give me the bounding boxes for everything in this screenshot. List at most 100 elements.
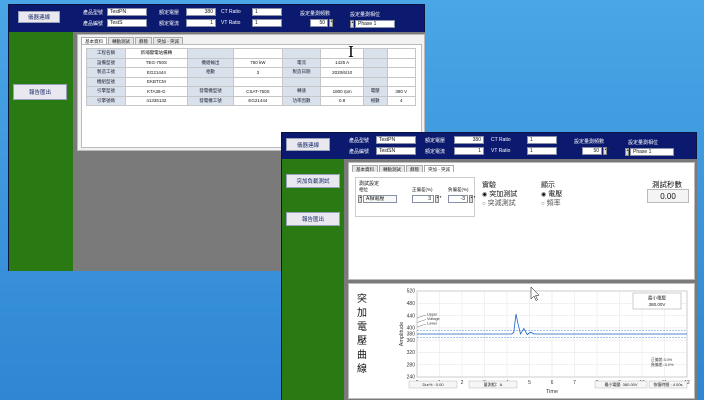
table-value-cell[interactable]: EG21444 [233, 95, 283, 106]
table-value-cell[interactable] [386, 76, 417, 87]
table-value-cell[interactable] [386, 67, 417, 78]
table-value-cell[interactable] [386, 57, 417, 68]
status-min-voltage: 最小電壓: 380.00V [604, 381, 637, 387]
vt-ratio-field[interactable]: 1 [252, 19, 282, 27]
model-field[interactable]: TestPN [376, 136, 416, 144]
table-value-cell[interactable]: 4 [386, 95, 417, 106]
table-value-cell[interactable]: KTA38-G [124, 86, 188, 97]
rated-current-field[interactable]: 1 [186, 19, 216, 27]
window-header: 儀器連線 產品型號 TestPN 產品編號 TestSN 額定電壓 380 額定… [282, 133, 696, 159]
tab-rotation-test[interactable]: 轉動測試 [108, 37, 134, 44]
table-value-cell[interactable] [320, 48, 364, 59]
vt-ratio-label: VT Ratio [491, 148, 511, 154]
freq-spinner[interactable]: ▲▼ [329, 19, 336, 27]
serial-field[interactable]: TestS [107, 19, 147, 27]
experiment-option-label: 突加測試 [489, 191, 518, 198]
model-field[interactable]: TestPN [107, 8, 147, 16]
table-value-cell[interactable] [233, 76, 283, 87]
table-key-cell: 引擎型號 [86, 86, 126, 97]
phase-spinner[interactable]: ▲▼ [625, 148, 632, 156]
connect-button[interactable]: 儀器連線 [18, 11, 60, 23]
table-value-cell[interactable] [386, 48, 417, 59]
table-value-cell[interactable] [320, 76, 364, 87]
table-value-cell[interactable]: CSAT-750S [233, 86, 283, 97]
freq-setting-label: 設定量測頻數 [574, 139, 605, 145]
basic-data-table: 工程名稱 新埔變電站備轉 設備型號 TEG-750S 機組輸出 750 kW 電流 1425 … [86, 48, 417, 106]
export-report-button[interactable]: 報告匯出 [13, 84, 67, 100]
status-recovery-time: 恢復時間 : 4.00s [653, 381, 682, 387]
table-key-cell: 電壓 [362, 86, 388, 97]
table-value-cell[interactable]: 3 [233, 67, 283, 78]
table-value-cell[interactable]: EG21444 [124, 67, 188, 78]
rated-current-label: 額定電流 [159, 21, 180, 27]
phase-spinner[interactable]: ▲▼ [350, 20, 357, 28]
y-tick-label: 320 [407, 350, 416, 356]
export-report-button[interactable]: 報告匯出 [286, 212, 340, 226]
serial-label: 產品編號 [83, 21, 104, 27]
legend-entry: Lower [427, 322, 438, 326]
vt-ratio-field[interactable]: 1 [527, 147, 557, 155]
rated-voltage-field[interactable]: 380 [454, 136, 484, 144]
table-key-cell: 製造工號 [86, 67, 126, 78]
freq-setting-field[interactable]: 50 [310, 19, 328, 27]
sidebar: 突加負載測試 報告匯出 [282, 159, 344, 400]
tab-sudden-load[interactable]: 突加 - 突減 [424, 165, 454, 172]
table-value-cell[interactable]: 新埔變電站備轉 [124, 48, 188, 59]
sudden-load-test-button[interactable]: 突加負載測試 [286, 174, 340, 188]
content-area: 基本資料 轉動測試 靜態 突加 - 突減 測試設定 相位 正偏差(%) 負偏差(… [344, 159, 697, 400]
display-radio-frequency[interactable]: ○ 頻率 [541, 198, 561, 208]
phase-setting-field[interactable]: Phase 1 [355, 20, 395, 28]
test-setting-title: 測試設定 [359, 181, 380, 187]
experiment-radio-sudden-remove[interactable]: ○ 突減測試 [482, 198, 516, 208]
table-key-cell: 機組輸出 [186, 57, 235, 68]
table-value-cell[interactable]: 2020/6/10 [320, 67, 364, 78]
tab-static[interactable]: 靜態 [406, 165, 423, 172]
tab-basic-data[interactable]: 基本資料 [352, 165, 378, 172]
table-value-cell[interactable]: 1425 A [320, 57, 364, 68]
serial-field[interactable]: TestSN [376, 147, 416, 155]
negative-deviation-note: 負偏差:-3.0% [651, 362, 674, 367]
phase-setting-field[interactable]: Phase 1 [630, 148, 674, 156]
table-value-cell[interactable]: 1800 rpm [320, 86, 364, 97]
phase-select-spinner[interactable]: ▲▼ [358, 195, 365, 203]
x-tick-label: 6 [551, 380, 554, 386]
rated-voltage-label: 額定電壓 [425, 138, 446, 144]
table-value-cell[interactable] [233, 48, 283, 59]
table-value-cell[interactable]: 41335132 [124, 95, 188, 106]
upper-deviation-spinner[interactable]: ▲▼ [435, 195, 442, 203]
table-value-cell[interactable]: TEG-750S [124, 57, 188, 68]
phase-select-field[interactable]: A相電壓 [363, 195, 397, 203]
positive-deviation-note: 正偏差:3.0% [651, 357, 673, 362]
rated-current-label: 額定電流 [425, 149, 446, 155]
lower-deviation-spinner[interactable]: ▲▼ [469, 195, 476, 203]
serial-label: 產品編號 [349, 149, 370, 155]
test-setting-group: 測試設定 相位 正偏差(%) 負偏差(%) ▲▼ A相電壓 3 ▲▼ -3 ▲▼ [355, 177, 476, 217]
connect-button[interactable]: 儀器連線 [286, 138, 330, 151]
experiment-option-label: 突減測試 [487, 200, 516, 207]
y-tick-label: 520 [407, 289, 416, 295]
ct-ratio-field[interactable]: 1 [252, 8, 282, 16]
y-tick-label: 360 [407, 338, 416, 344]
y-tick-label: 380 [407, 332, 416, 338]
tab-rotation-test[interactable]: 轉動測試 [379, 165, 405, 172]
x-tick-label: 2 [461, 380, 464, 386]
table-value-cell[interactable]: EKBTCM [124, 76, 188, 87]
phase-column-label: 相位 [359, 187, 368, 192]
lower-deviation-field[interactable]: -3 [448, 195, 468, 203]
tab-basic-data[interactable]: 基本資料 [81, 37, 107, 44]
upper-deviation-field[interactable]: 3 [412, 195, 434, 203]
status-phase: 量測相：A [484, 381, 503, 387]
tab-sudden-load[interactable]: 突加 - 突減 [153, 37, 183, 44]
table-value-cell[interactable]: 380 V [386, 86, 417, 97]
tab-static[interactable]: 靜態 [135, 37, 152, 44]
freq-setting-field[interactable]: 50 [582, 147, 602, 155]
table-value-cell[interactable]: 750 kW [233, 57, 283, 68]
ct-ratio-field[interactable]: 1 [527, 136, 557, 144]
freq-spinner[interactable]: ▲▼ [603, 147, 610, 155]
rated-current-field[interactable]: 1 [454, 147, 484, 155]
table-value-cell[interactable]: 0.8 [320, 95, 364, 106]
settings-panel: 基本資料 轉動測試 靜態 突加 - 突減 測試設定 相位 正偏差(%) 負偏差(… [348, 162, 695, 280]
radio-unchecked-icon: ○ [482, 201, 486, 207]
table-row: 工程名稱 新埔變電站備轉 [86, 48, 417, 59]
rated-voltage-field[interactable]: 380 [186, 8, 216, 16]
